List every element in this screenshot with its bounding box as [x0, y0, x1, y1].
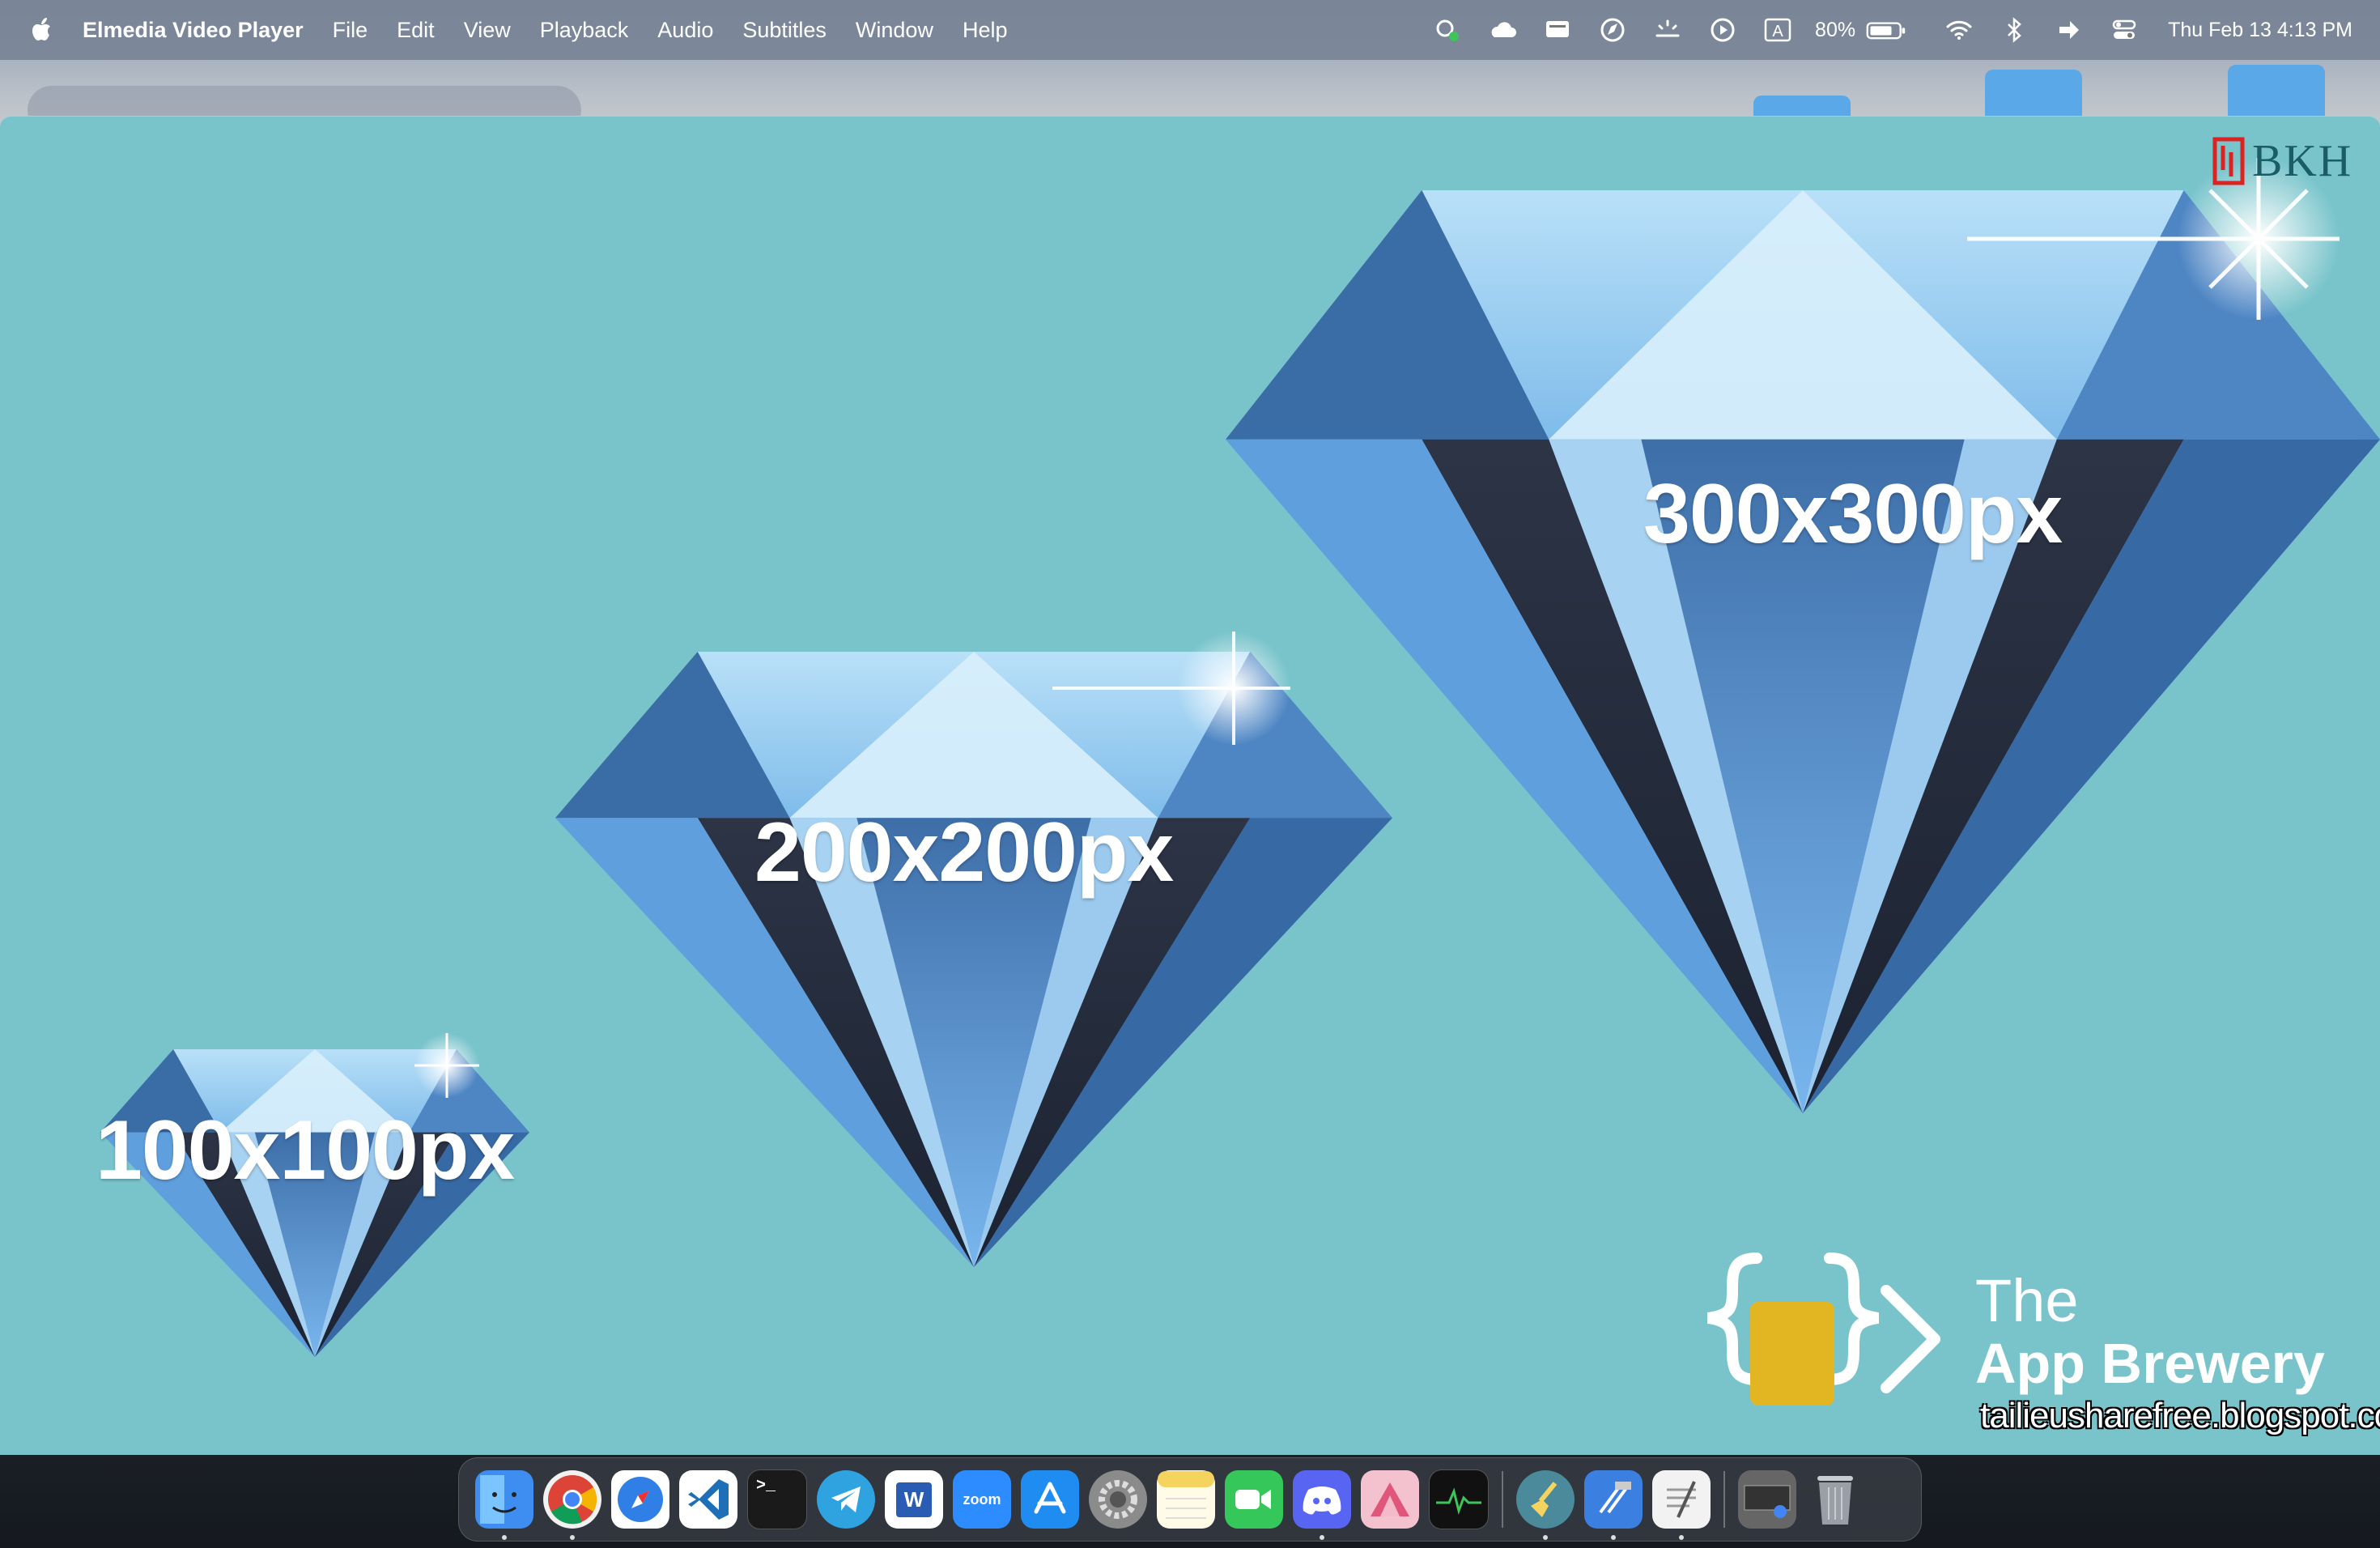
diamond-illustration	[100, 158, 2380, 1357]
safari-icon	[618, 1477, 663, 1522]
menu-help[interactable]: Help	[963, 18, 1008, 43]
menu-audio[interactable]: Audio	[657, 18, 713, 43]
menu-file[interactable]: File	[333, 18, 368, 43]
dock-facetime[interactable]	[1225, 1470, 1283, 1529]
size-label-large: 300x300px	[1643, 467, 2063, 561]
gear-icon	[1099, 1480, 1137, 1519]
dock-app-store[interactable]	[1021, 1470, 1079, 1529]
finder-icon	[480, 1475, 516, 1524]
stack-icon	[1744, 1485, 1791, 1518]
dock-notes[interactable]	[1157, 1470, 1215, 1529]
dock-chrome[interactable]	[543, 1470, 601, 1540]
app-name-menu[interactable]: Elmedia Video Player	[83, 18, 304, 43]
menu-edit[interactable]: Edit	[397, 18, 435, 43]
dock-word[interactable]: W	[885, 1470, 943, 1529]
vscode-icon	[688, 1479, 729, 1520]
dock-system-settings[interactable]	[1089, 1470, 1147, 1529]
menu-playback[interactable]: Playback	[540, 18, 629, 43]
control-center-icon[interactable]	[2106, 12, 2142, 48]
bluetooth-icon[interactable]	[1996, 12, 2032, 48]
menu-subtitles[interactable]: Subtitles	[742, 18, 827, 43]
trash-icon	[1817, 1476, 1853, 1525]
size-label-medium: 200x200px	[754, 806, 1174, 899]
terminal-icon-label: >_	[756, 1477, 776, 1495]
creative-cloud-icon[interactable]	[1430, 12, 1465, 48]
dock-separator	[1502, 1471, 1503, 1528]
display-icon[interactable]	[1540, 12, 1575, 48]
zoom-icon-label: zoom	[963, 1491, 1001, 1508]
bkh-logo-icon	[2212, 137, 2245, 185]
bkh-text: BKH	[2252, 136, 2353, 186]
textedit-icon	[1667, 1481, 1696, 1518]
dock-trash[interactable]	[1806, 1470, 1864, 1529]
dock-zoom[interactable]: zoom	[953, 1470, 1011, 1529]
input-source-icon[interactable]: A	[1760, 12, 1796, 48]
dock-cleaner[interactable]	[1516, 1470, 1575, 1540]
brand-line-1: The	[1975, 1267, 2079, 1334]
apple-icon[interactable]	[26, 14, 58, 46]
menu-bar: Elmedia Video Player File Edit View Play…	[0, 0, 2380, 60]
dock: >_ W zoom	[458, 1457, 1922, 1542]
compass-icon[interactable]	[1595, 12, 1630, 48]
chrome-icon	[548, 1475, 597, 1525]
camera-icon	[1235, 1490, 1271, 1509]
dock-telegram[interactable]	[817, 1470, 875, 1529]
battery-percent: 80%	[1815, 18, 1856, 41]
dock-safari[interactable]	[611, 1470, 669, 1529]
menu-bar-clock[interactable]: Thu Feb 13 4:13 PM	[2168, 19, 2352, 42]
brand-line-2: App Brewery	[1975, 1332, 2325, 1395]
broom-icon	[1531, 1482, 1558, 1517]
app-store-icon	[1034, 1482, 1066, 1514]
icloud-icon[interactable]	[1485, 12, 1520, 48]
dock-xcode[interactable]	[1584, 1470, 1643, 1540]
activity-icon	[1436, 1487, 1481, 1516]
dock-vscode[interactable]	[679, 1470, 737, 1529]
word-icon-label: W	[895, 1482, 933, 1517]
dock-discord[interactable]	[1293, 1470, 1351, 1540]
dock-affinity[interactable]	[1361, 1470, 1419, 1529]
play-icon[interactable]	[1705, 12, 1740, 48]
input-source-label: A	[1772, 23, 1783, 40]
size-label-small: 100x100px	[96, 1104, 515, 1197]
brightness-icon[interactable]	[1650, 12, 1685, 48]
menu-window[interactable]: Window	[856, 18, 933, 43]
dock-finder[interactable]	[475, 1470, 533, 1540]
menu-view[interactable]: View	[464, 18, 511, 43]
affinity-icon	[1371, 1482, 1409, 1516]
dock-separator	[1723, 1471, 1725, 1528]
arrow-icon[interactable]	[2051, 12, 2087, 48]
video-player-window[interactable]: 100x100px 200x200px 300x300px BKH The Ap…	[0, 116, 2380, 1455]
battery-icon[interactable]	[1864, 12, 1909, 48]
hammer-icon	[1599, 1482, 1631, 1514]
discord-icon	[1303, 1486, 1341, 1515]
dock-textedit[interactable]	[1652, 1470, 1711, 1540]
bkh-watermark: BKH	[2210, 134, 2352, 188]
app-brewery-logo-icon	[1706, 1252, 1940, 1406]
notes-icon	[1158, 1471, 1214, 1519]
blog-watermark: tailieusharefree.blogspot.com	[1980, 1396, 2380, 1435]
dock-downloads-stack[interactable]	[1738, 1470, 1796, 1529]
dock-activity-monitor[interactable]	[1429, 1469, 1489, 1529]
wifi-icon[interactable]	[1941, 12, 1977, 48]
dock-terminal[interactable]: >_	[747, 1469, 807, 1529]
menu-bar-extras: A 80% Thu Feb 13 4:13 PM	[1410, 0, 2352, 60]
telegram-icon	[831, 1486, 861, 1512]
